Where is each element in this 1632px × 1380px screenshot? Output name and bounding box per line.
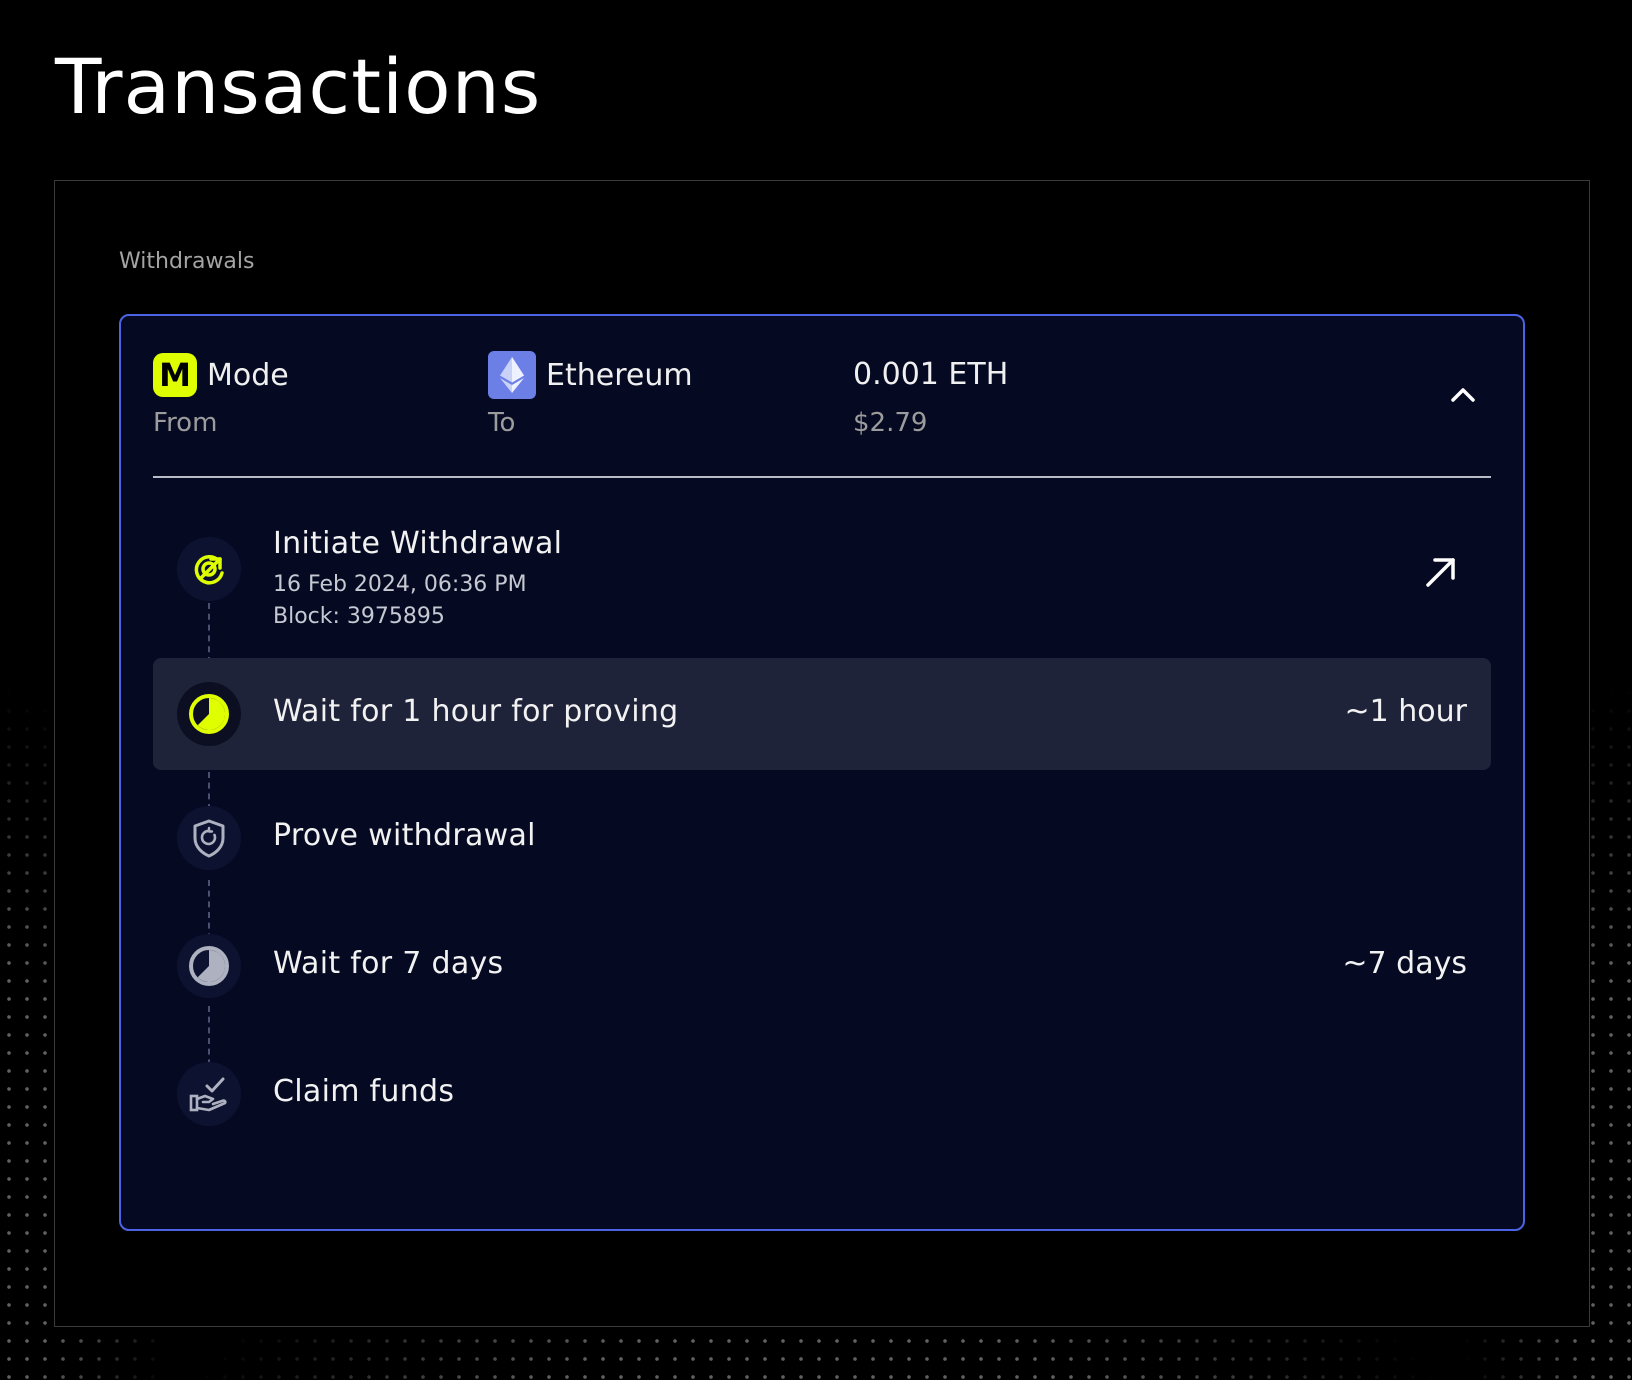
step-title: Prove withdrawal [273, 818, 536, 853]
step-title: Wait for 1 hour for proving [273, 694, 679, 729]
view-transaction-link[interactable] [1421, 552, 1461, 592]
step-text: Wait for 7 days [273, 946, 503, 981]
step-claim-funds: Claim funds [153, 1054, 1491, 1134]
amount-value: 0.001 ETH [853, 357, 1009, 392]
amount-block: 0.001 ETH $2.79 [853, 350, 1008, 438]
ethereum-logo-icon [488, 351, 536, 399]
from-chain-name: Mode [207, 357, 289, 393]
transactions-panel: Withdrawals M Mode From Ethereum To 0.00… [54, 180, 1590, 1327]
step-prove-withdrawal: Prove withdrawal [153, 798, 1491, 878]
withdrawal-transaction-card[interactable]: M Mode From Ethereum To 0.001 ETH $2.79 … [119, 314, 1525, 1231]
to-chain-name: Ethereum [546, 357, 693, 393]
mode-logo-icon: M [153, 353, 197, 397]
clock-pie-icon [177, 682, 241, 746]
step-title: Claim funds [273, 1074, 455, 1109]
chevron-up-icon [1451, 388, 1475, 402]
amount-usd: $2.79 [853, 408, 928, 438]
from-chain: M Mode From [153, 350, 289, 438]
step-text: Prove withdrawal [273, 818, 536, 853]
withdrawals-section-label: Withdrawals [119, 249, 255, 274]
step-initiate-withdrawal: Initiate Withdrawal 16 Feb 2024, 06:36 P… [153, 508, 1491, 638]
to-label: To [488, 408, 516, 438]
step-title: Initiate Withdrawal [273, 526, 563, 561]
step-wait-7-days: Wait for 7 days ~7 days [153, 926, 1491, 1006]
step-duration: ~1 hour [1344, 694, 1467, 729]
arrow-target-icon [177, 537, 241, 601]
shield-icon [177, 806, 241, 870]
collapse-button[interactable] [1445, 376, 1481, 412]
external-arrow-icon [1426, 558, 1455, 587]
step-text: Initiate Withdrawal 16 Feb 2024, 06:36 P… [273, 526, 562, 633]
page-title: Transactions [55, 42, 542, 131]
from-label: From [153, 408, 218, 438]
to-chain: Ethereum To [488, 350, 693, 438]
hand-check-icon [177, 1062, 241, 1126]
step-date: 16 Feb 2024, 06:36 PM [273, 572, 527, 597]
step-wait-proving: Wait for 1 hour for proving ~1 hour [153, 658, 1491, 770]
step-title: Wait for 7 days [273, 946, 504, 981]
clock-pie-icon [177, 934, 241, 998]
step-block: Block: 3975895 [273, 604, 445, 629]
step-duration: ~7 days [1342, 946, 1467, 981]
step-text: Wait for 1 hour for proving [273, 694, 679, 729]
step-text: Claim funds [273, 1074, 454, 1109]
card-divider [153, 476, 1491, 478]
